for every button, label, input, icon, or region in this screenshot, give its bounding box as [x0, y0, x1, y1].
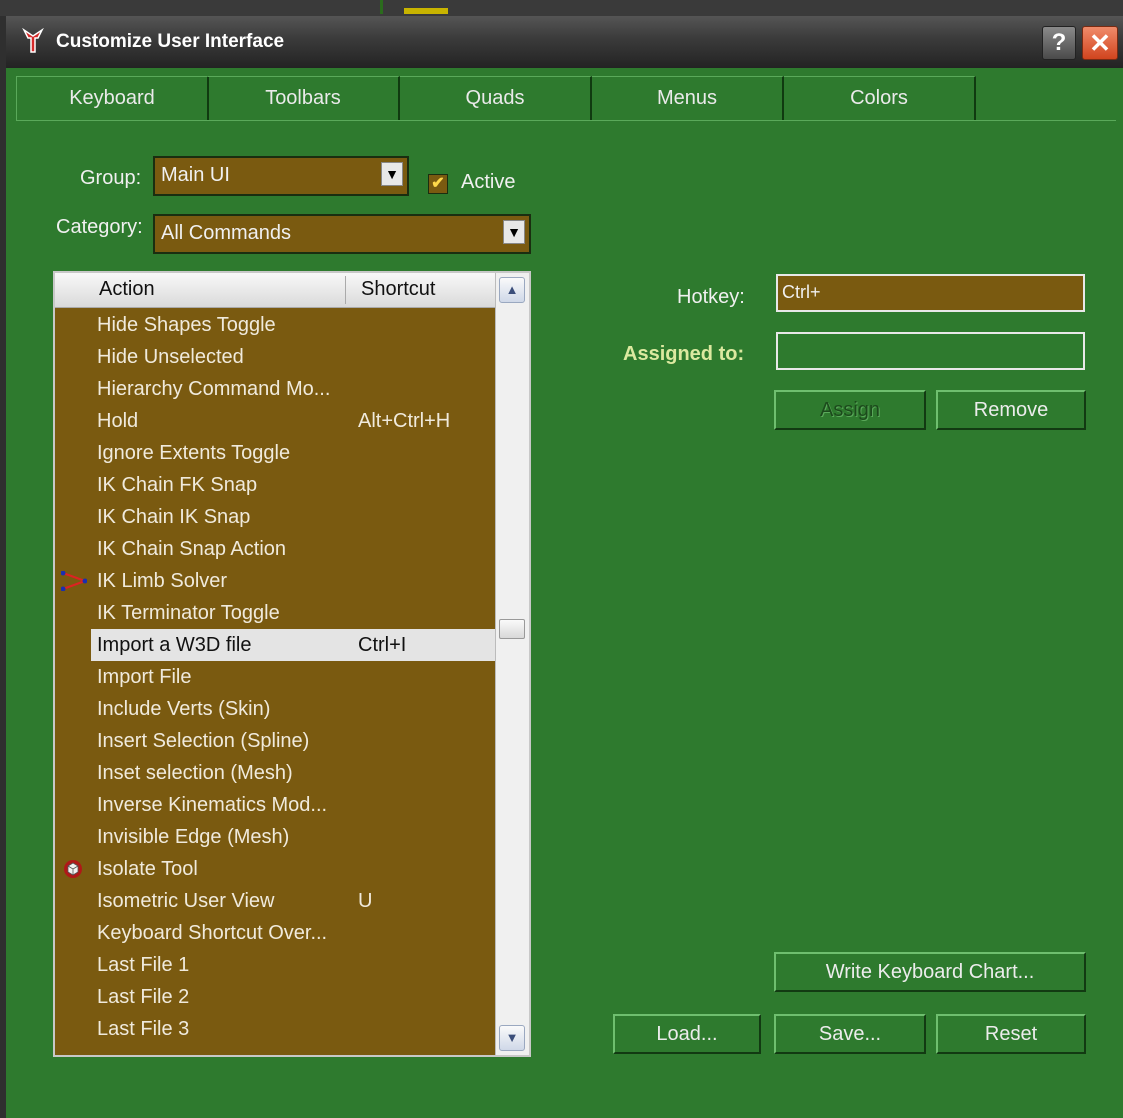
list-rows: Hide Shapes Toggle Hide Unselected Hiera…	[55, 309, 495, 1045]
column-header-action[interactable]: Action	[99, 278, 155, 301]
list-item[interactable]: Inset selection (Mesh)	[55, 757, 495, 789]
list-header: Action Shortcut	[55, 273, 495, 308]
customize-ui-dialog: Customize User Interface ? ✕ Keyboard To…	[6, 16, 1123, 1118]
isolate-cube-icon	[64, 860, 82, 878]
list-item[interactable]: Inverse Kinematics Mod...	[55, 789, 495, 821]
window-title: Customize User Interface	[56, 31, 285, 52]
ik-limb-icon	[61, 571, 87, 591]
tab-menus[interactable]: Menus	[592, 76, 784, 121]
list-item[interactable]: Last File 1	[55, 949, 495, 981]
column-header-shortcut[interactable]: Shortcut	[361, 278, 435, 301]
remove-button[interactable]: Remove	[936, 390, 1086, 430]
list-item[interactable]: Keyboard Shortcut Over...	[55, 917, 495, 949]
action-list[interactable]: Action Shortcut Hide Shapes Toggle Hide …	[53, 271, 531, 1057]
tab-panel-border	[16, 120, 1116, 121]
list-item[interactable]: Import File	[55, 661, 495, 693]
assigned-to-field	[776, 332, 1085, 370]
chevron-down-icon[interactable]: ▼	[381, 162, 403, 186]
title-bar[interactable]: Customize User Interface ? ✕	[6, 16, 1123, 68]
category-dropdown[interactable]: All Commands ▼	[153, 214, 531, 254]
list-item[interactable]: IK Terminator Toggle	[55, 597, 495, 629]
close-button[interactable]: ✕	[1082, 26, 1118, 60]
active-label: Active	[461, 171, 516, 193]
tab-strip: Keyboard Toolbars Quads Menus Colors	[16, 76, 1116, 121]
list-item[interactable]: Hold Alt+Ctrl+H	[55, 405, 495, 437]
list-item[interactable]: IK Chain FK Snap	[55, 469, 495, 501]
assign-button[interactable]: Assign	[774, 390, 926, 430]
list-item[interactable]: Isometric User View U	[55, 885, 495, 917]
scroll-up-icon[interactable]: ▲	[499, 277, 525, 303]
list-item[interactable]: IK Chain IK Snap	[55, 501, 495, 533]
hotkey-input[interactable]: Ctrl+	[776, 274, 1085, 312]
list-item[interactable]: IK Limb Solver	[55, 565, 495, 597]
load-button[interactable]: Load...	[613, 1014, 761, 1054]
help-button[interactable]: ?	[1042, 26, 1076, 60]
list-item[interactable]: Last File 2	[55, 981, 495, 1013]
viewport-highlight	[404, 8, 448, 14]
tab-keyboard[interactable]: Keyboard	[16, 76, 209, 121]
list-item[interactable]: Invisible Edge (Mesh)	[55, 821, 495, 853]
group-value: Main UI	[161, 164, 230, 186]
tab-colors[interactable]: Colors	[784, 76, 976, 121]
list-item-selected[interactable]: Import a W3D file Ctrl+I	[91, 629, 495, 661]
write-keyboard-chart-button[interactable]: Write Keyboard Chart...	[774, 952, 1086, 992]
category-label: Category:	[56, 216, 143, 238]
list-item[interactable]: Hide Shapes Toggle	[55, 309, 495, 341]
chevron-down-icon[interactable]: ▼	[503, 220, 525, 244]
list-item[interactable]: Isolate Tool	[55, 853, 495, 885]
list-scrollbar[interactable]: ▲ ▼	[495, 273, 529, 1055]
list-item[interactable]: Hide Unselected	[55, 341, 495, 373]
list-item[interactable]: Hierarchy Command Mo...	[55, 373, 495, 405]
tab-toolbars[interactable]: Toolbars	[208, 76, 400, 121]
save-button[interactable]: Save...	[774, 1014, 926, 1054]
scroll-thumb[interactable]	[499, 619, 525, 639]
category-value: All Commands	[161, 222, 292, 244]
scroll-down-icon[interactable]: ▼	[499, 1025, 525, 1051]
app-logo-icon	[22, 28, 44, 53]
list-item[interactable]: Insert Selection (Spline)	[55, 725, 495, 757]
active-checkbox[interactable]: ✔	[428, 174, 448, 194]
background-viewport-strip	[0, 0, 1123, 16]
list-item[interactable]: Last File 3	[55, 1013, 495, 1045]
list-item[interactable]: IK Chain Snap Action	[55, 533, 495, 565]
list-item[interactable]: Ignore Extents Toggle	[55, 437, 495, 469]
group-label: Group:	[80, 167, 142, 189]
assigned-to-label: Assigned to:	[623, 343, 745, 365]
tab-quads[interactable]: Quads	[400, 76, 592, 121]
list-item[interactable]: Include Verts (Skin)	[55, 693, 495, 725]
hotkey-label: Hotkey:	[677, 286, 745, 308]
reset-button[interactable]: Reset	[936, 1014, 1086, 1054]
column-separator[interactable]	[345, 276, 346, 304]
group-dropdown[interactable]: Main UI ▼	[153, 156, 409, 196]
